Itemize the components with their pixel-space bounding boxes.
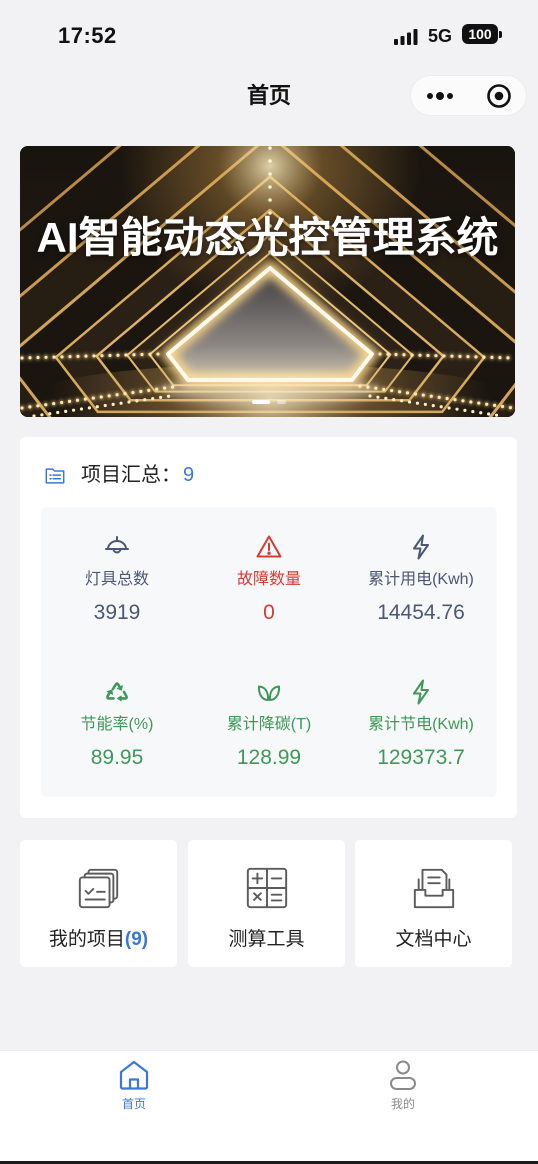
more-dots-icon[interactable] [426,91,454,101]
lamp-icon [105,536,129,554]
stat-label: 灯具总数 [84,571,149,588]
document-tray-icon [413,868,454,909]
stat-carbon-reduced: 累计降碳(T) 128.99 [193,652,345,797]
stat-value: 14454.76 [377,601,465,624]
carousel-dot[interactable] [277,400,286,404]
carousel-dot-active[interactable] [252,400,270,404]
stat-value: 129373.7 [377,746,465,769]
stat-label: 累计节电(Kwh) [368,716,474,733]
banner-carousel[interactable]: AI智能动态光控管理系统 [20,146,515,417]
stat-label: 故障数量 [236,571,301,588]
banner-title: AI智能动态光控管理系统 [36,214,499,261]
lightning-icon [413,534,429,560]
summary-project-count: 9 [183,464,195,486]
stat-label: 累计降碳(T) [226,716,312,733]
calculation-tool-button[interactable]: 测算工具 [188,840,345,967]
stat-label: 累计用电(Kwh) [368,571,474,588]
projects-icon [78,868,118,909]
summary-title: 项目汇总： [81,464,181,486]
lightning-icon [413,679,429,705]
network-type: 5G [428,26,453,46]
warning-icon [256,535,282,558]
my-projects-label: 我的项目 [48,929,125,950]
stat-energy-saved: 累计节电(Kwh) 129373.7 [345,652,497,797]
signal-bars-icon [394,29,418,45]
home-icon [119,1060,149,1090]
tab-mine-label: 我的 [390,1097,415,1111]
summary-heading: 项目汇总： 9 [81,461,194,489]
stat-energy-saving-rate: 节能率(%) 89.95 [41,652,193,797]
stat-energy-used: 累计用电(Kwh) 14454.76 [345,507,497,652]
tab-home[interactable]: 首页 [84,1058,184,1112]
leaf-icon [257,685,281,701]
battery-nub [499,31,502,38]
user-icon [390,1060,416,1090]
my-projects-count-badge: (9) [124,929,149,950]
stat-value: 0 [263,601,275,624]
bottom-tab-bar: 首页 我的 [0,1050,538,1161]
project-summary-card: 项目汇总： 9 灯具总数 3919 故障数量 0 累计用电(Kwh) 14454… [20,437,517,818]
stat-value: 89.95 [90,746,144,769]
calculation-tool-label: 测算工具 [228,929,305,950]
stat-value: 3919 [93,601,141,624]
document-center-button[interactable]: 文档中心 [355,840,512,967]
stat-lamp-total: 灯具总数 3919 [41,507,193,652]
stat-value: 128.99 [236,746,302,769]
status-time: 17:52 [58,23,117,48]
tab-mine[interactable]: 我的 [353,1058,453,1112]
document-center-label: 文档中心 [395,929,472,950]
target-icon[interactable] [486,83,512,109]
calculator-icon [246,867,287,909]
recycle-icon [106,682,128,702]
stats-panel: 灯具总数 3919 故障数量 0 累计用电(Kwh) 14454.76 节能率(… [41,507,497,797]
my-projects-button[interactable]: 我的项目(9) [20,840,177,967]
stat-label: 节能率(%) [80,716,154,733]
list-folder-icon [45,468,65,484]
tab-home-label: 首页 [121,1097,146,1111]
battery-level: 100 [462,24,498,44]
banner-tunnel-art [20,146,515,417]
shortcut-label: 我的项目(9) [49,927,148,953]
stat-fault-count: 故障数量 0 [193,507,345,652]
